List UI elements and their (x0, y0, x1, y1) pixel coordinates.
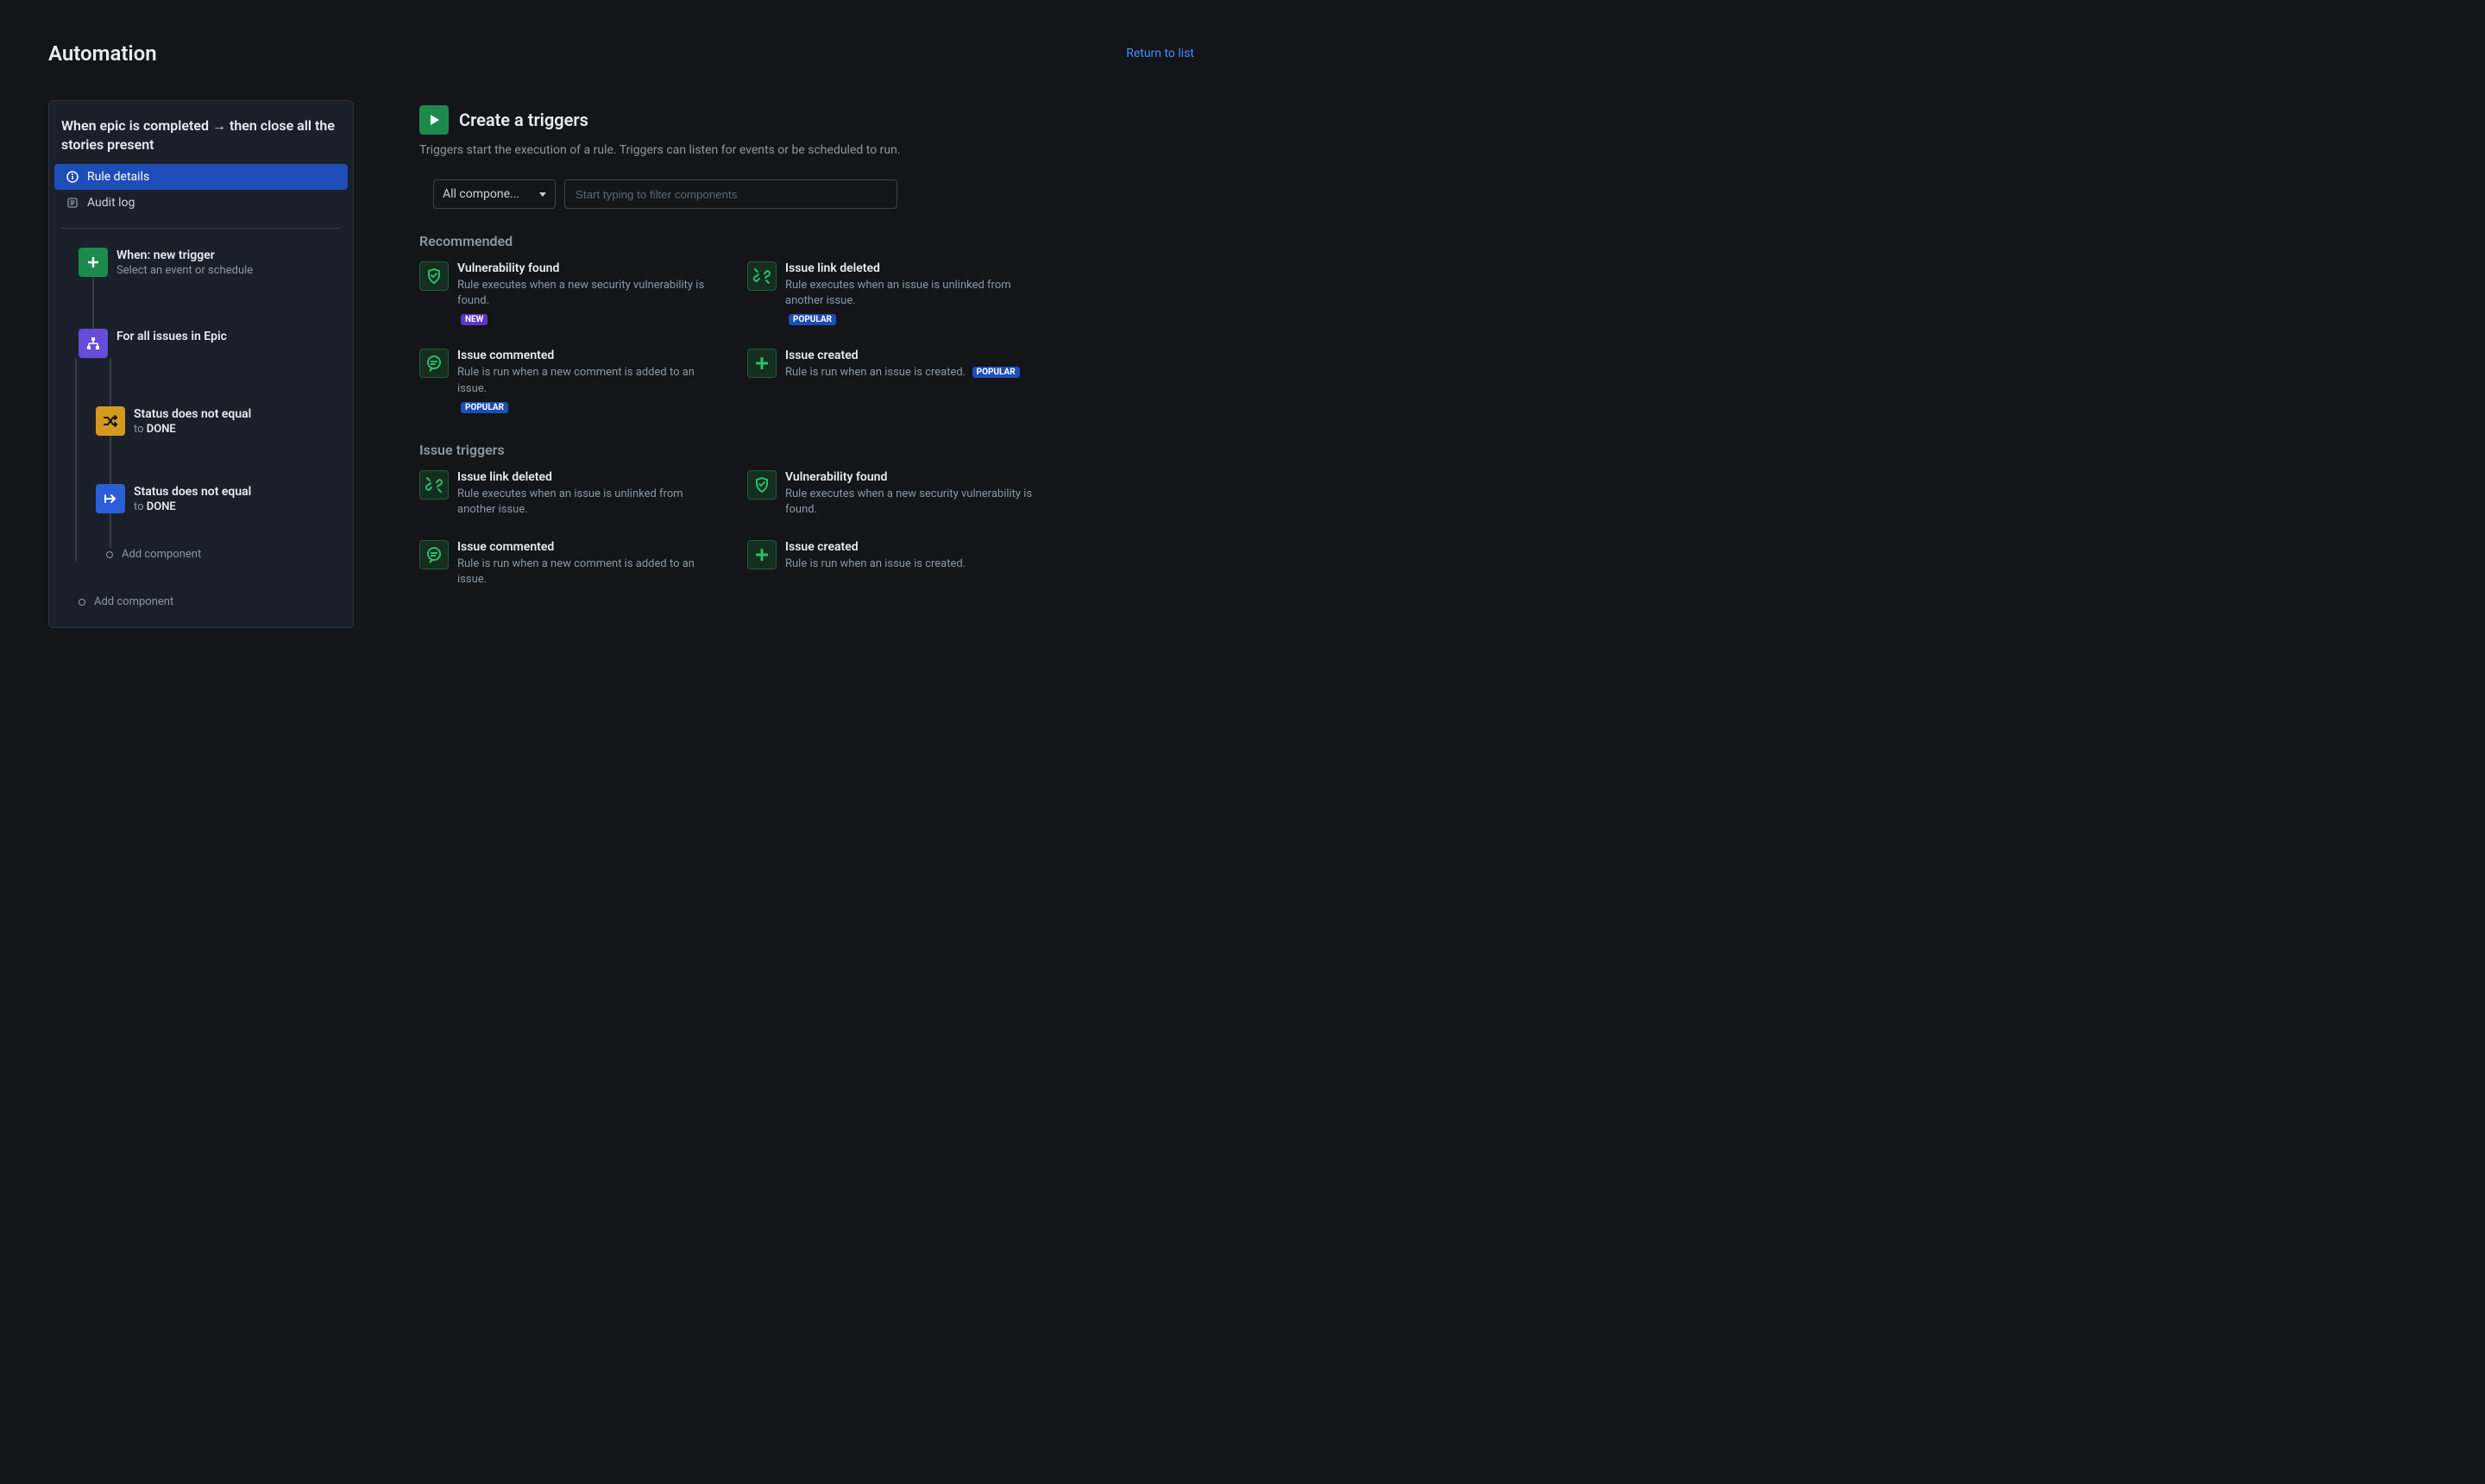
shield-icon (419, 261, 449, 291)
main-subtitle: Triggers start the execution of a rule. … (419, 143, 1194, 157)
trigger-title: Issue created (785, 349, 1020, 362)
node-subtitle: Select an event or schedule (116, 264, 253, 277)
trigger-title: Issue commented (457, 349, 713, 362)
shield-icon (747, 470, 777, 500)
badge-popular: POPULAR (972, 367, 1020, 378)
badge-new: NEW (461, 314, 488, 325)
trigger-desc: Rule is run when a new comment is added … (457, 366, 695, 394)
circle-icon (106, 551, 113, 558)
node-subtitle: to DONE (134, 500, 251, 513)
node-title: When: new trigger (116, 248, 253, 262)
node-subtitle: to DONE (134, 423, 251, 436)
node-title: Status does not equal (134, 407, 251, 421)
badge-popular: POPULAR (461, 402, 508, 413)
info-icon (66, 171, 79, 183)
trigger-title: Vulnerability found (457, 261, 713, 275)
node-title: Status does not equal (134, 485, 251, 499)
unlink-icon (419, 470, 449, 500)
plus-icon (79, 248, 108, 277)
add-component-outer[interactable]: Add component (79, 595, 341, 608)
trigger-desc: Rule is run when an issue is created. (785, 557, 966, 570)
nav-label: Audit log (87, 196, 135, 210)
return-to-list-link[interactable]: Return to list (1126, 47, 1194, 60)
trigger-desc: Rule is run when a new comment is added … (457, 557, 695, 586)
trigger-title: Issue link deleted (457, 470, 713, 484)
section-recommended-label: Recommended (419, 233, 1194, 249)
trigger-card[interactable]: Issue created Rule is run when an issue i… (747, 540, 1041, 588)
trigger-card[interactable]: Issue created Rule is run when an issue i… (747, 349, 1041, 413)
page-title: Automation (48, 41, 157, 66)
badge-popular: POPULAR (789, 314, 836, 325)
main-panel: Create a triggers Triggers start the exe… (419, 100, 1194, 628)
trigger-title: Issue commented (457, 540, 713, 554)
tree-condition-node[interactable]: Status does not equal to DONE (96, 406, 341, 436)
add-label: Add component (94, 595, 173, 608)
play-icon (419, 105, 449, 135)
trigger-desc: Rule executes when an issue is unlinked … (457, 487, 683, 516)
trigger-title: Issue created (785, 540, 966, 554)
trigger-card[interactable]: Issue commented Rule is run when a new co… (419, 349, 713, 413)
shuffle-icon (96, 406, 125, 436)
rule-name: When epic is completed → then close all … (54, 113, 348, 164)
trigger-title: Issue link deleted (785, 261, 1041, 275)
arrow-right-icon (96, 484, 125, 513)
trigger-card[interactable]: Issue link deleted Rule executes when an … (419, 470, 713, 518)
trigger-desc: Rule is run when an issue is created. (785, 366, 966, 379)
tree-action-node[interactable]: Status does not equal to DONE (96, 484, 341, 513)
trigger-desc: Rule executes when an issue is unlinked … (785, 279, 1011, 307)
trigger-card[interactable]: Issue link deleted Rule executes when an … (747, 261, 1041, 326)
comment-icon (419, 349, 449, 378)
nav-rule-details[interactable]: Rule details (54, 164, 348, 190)
plus-icon (747, 540, 777, 569)
component-search-input[interactable] (564, 179, 897, 209)
main-title: Create a triggers (459, 110, 588, 130)
circle-icon (79, 599, 85, 606)
node-title: For all issues in Epic (116, 330, 227, 343)
comment-icon (419, 540, 449, 569)
rule-sidebar: When epic is completed → then close all … (48, 100, 354, 628)
list-icon (66, 197, 79, 209)
nav-audit-log[interactable]: Audit log (54, 190, 348, 216)
trigger-card[interactable]: Vulnerability found Rule executes when a … (419, 261, 713, 326)
trigger-desc: Rule executes when a new security vulner… (457, 279, 704, 307)
add-component-inner[interactable]: Add component (96, 548, 341, 561)
add-label: Add component (122, 548, 201, 561)
tree-branch-node[interactable]: For all issues in Epic (79, 329, 341, 358)
trigger-card[interactable]: Issue commented Rule is run when a new co… (419, 540, 713, 588)
nav-label: Rule details (87, 170, 149, 184)
trigger-desc: Rule executes when a new security vulner… (785, 487, 1032, 516)
sitemap-icon (79, 329, 108, 358)
divider (61, 228, 341, 229)
plus-icon (747, 349, 777, 378)
unlink-icon (747, 261, 777, 291)
tree-trigger-node[interactable]: When: new trigger Select an event or sch… (79, 248, 341, 277)
section-issue-triggers-label: Issue triggers (419, 442, 1194, 458)
trigger-title: Vulnerability found (785, 470, 1041, 484)
trigger-card[interactable]: Vulnerability found Rule executes when a … (747, 470, 1041, 518)
component-type-select[interactable]: All compone... (433, 179, 556, 209)
